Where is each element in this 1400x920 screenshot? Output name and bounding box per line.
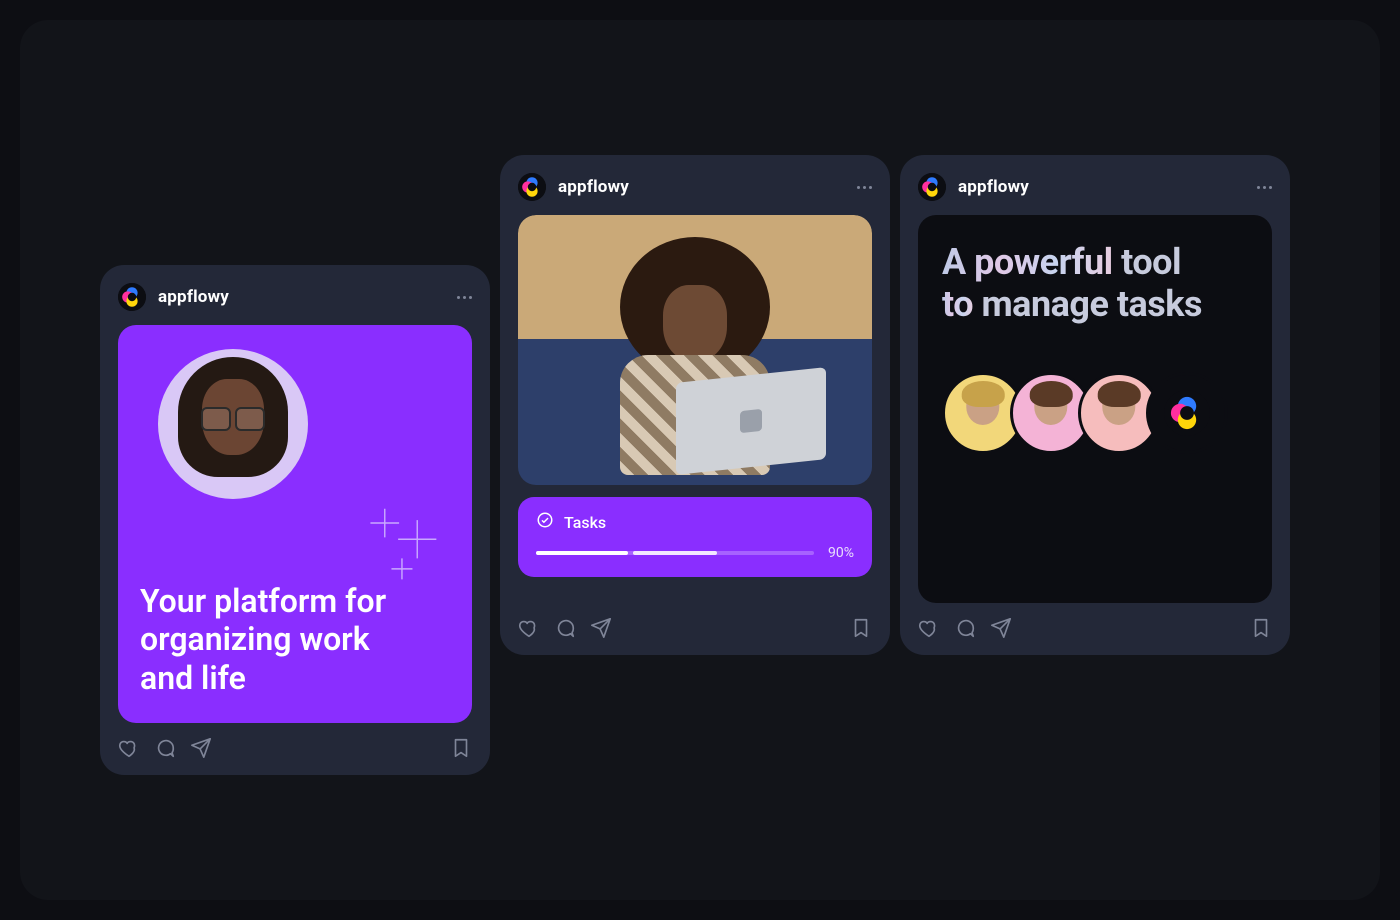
tasks-widget: Tasks 90% [518,497,872,577]
post-header: appflowy [518,173,872,201]
brand-name: appflowy [558,177,629,197]
stage: appflowy Your platform for organizing wo… [20,20,1380,900]
brand-name: appflowy [158,287,229,307]
headline-part: tool [1121,241,1181,283]
like-button[interactable] [118,737,140,759]
post-card-2: appflowy Tasks 90% [500,155,890,655]
post-header: appflowy [118,283,472,311]
headline-part: A powerful [942,241,1113,283]
post-media: Tasks 90% [518,215,872,603]
brand-name: appflowy [958,177,1029,197]
post-headline: A powerful tool to manage tasks [942,241,1248,326]
more-options-button[interactable] [1257,186,1272,189]
more-options-button[interactable] [457,296,472,299]
share-button[interactable] [190,737,212,759]
bookmark-button[interactable] [1250,617,1272,639]
tasks-progress-bar [536,551,814,555]
post-actions [518,617,872,639]
comment-button[interactable] [954,617,976,639]
like-button[interactable] [918,617,940,639]
brand-logo-icon [918,173,946,201]
post-media: A powerful tool to manage tasks [918,215,1272,603]
post-actions [118,737,472,759]
post-media: Your platform for organizing work and li… [118,325,472,723]
brand-logo-icon [118,283,146,311]
post-card-3: appflowy A powerful tool to manage tasks [900,155,1290,655]
post-card-1: appflowy Your platform for organizing wo… [100,265,490,775]
share-button[interactable] [590,617,612,639]
comment-button[interactable] [154,737,176,759]
post-header: appflowy [918,173,1272,201]
post-headline: Your platform for organizing work and li… [140,582,450,697]
post-actions [918,617,1272,639]
brand-logo-icon [518,173,546,201]
bookmark-button[interactable] [850,617,872,639]
bookmark-button[interactable] [450,737,472,759]
hero-photo [518,215,872,485]
share-button[interactable] [990,617,1012,639]
like-button[interactable] [518,617,540,639]
tasks-label: Tasks [564,513,606,532]
hero-avatar [158,349,308,499]
comment-button[interactable] [554,617,576,639]
more-options-button[interactable] [857,186,872,189]
headline-part: to [942,283,973,325]
sparkle-icon [358,505,444,589]
avatar-row [942,372,1248,454]
check-circle-icon [536,511,554,533]
brand-avatar-icon [1146,372,1228,454]
tasks-percent: 90% [828,545,854,561]
headline-part: manage tasks [982,283,1203,325]
